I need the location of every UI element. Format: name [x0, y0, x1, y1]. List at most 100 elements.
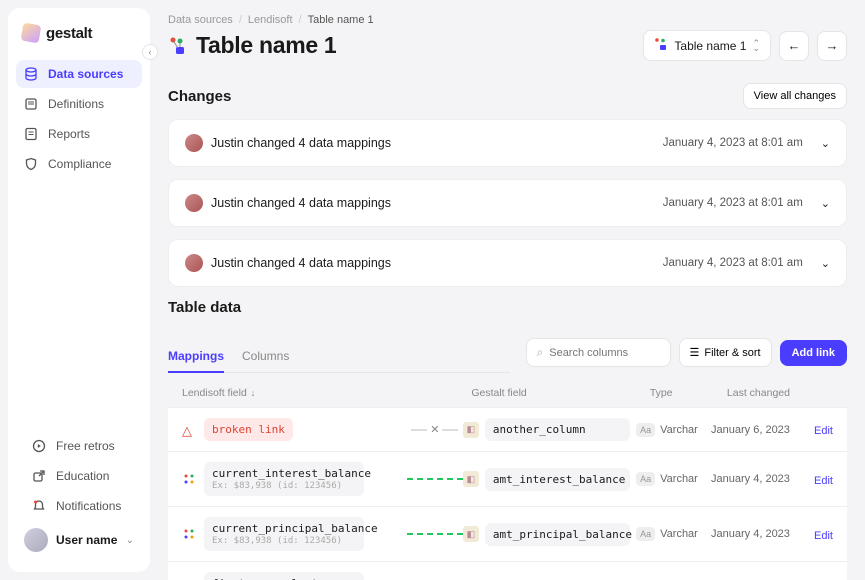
link-connector — [407, 478, 463, 480]
nav-main: Data sources Definitions Reports Compliance — [8, 60, 150, 178]
avatar — [185, 194, 203, 212]
edit-link[interactable]: Edit — [814, 530, 833, 542]
link-connector: ✕ — [407, 423, 463, 436]
gestalt-field: amt_interest_balance — [485, 468, 630, 491]
add-link-button[interactable]: Add link — [780, 340, 847, 366]
table-data-heading: Table data — [168, 299, 847, 316]
cube-icon: ◧ — [463, 422, 479, 438]
tab-columns[interactable]: Columns — [242, 341, 289, 373]
breadcrumb: Data sources/Lendisoft/Table name 1 — [168, 14, 847, 26]
lendisoft-field: broken link — [204, 418, 293, 441]
nav-compliance[interactable]: Compliance — [16, 150, 142, 178]
tab-mappings[interactable]: Mappings — [168, 341, 224, 373]
definitions-icon — [24, 97, 38, 111]
field-icon — [182, 527, 196, 541]
nav-notifications[interactable]: Notifications — [24, 492, 134, 520]
type-value: Varchar — [660, 473, 698, 485]
change-card[interactable]: Justin changed 4 data mappingsJanuary 4,… — [168, 119, 847, 167]
change-time: January 4, 2023 at 8:01 am — [663, 257, 803, 269]
chevron-down-icon[interactable]: ⌄ — [821, 257, 830, 270]
change-time: January 4, 2023 at 8:01 am — [663, 197, 803, 209]
edit-link[interactable]: Edit — [814, 475, 833, 487]
sidebar-collapse[interactable]: ‹ — [142, 44, 158, 60]
reports-icon — [24, 127, 38, 141]
chevron-down-icon: ⌄ — [126, 535, 134, 546]
nav-education[interactable]: Education — [24, 462, 134, 490]
gestalt-field: amt_principal_balance — [485, 523, 630, 546]
avatar — [185, 254, 203, 272]
nav-reports[interactable]: Reports — [16, 120, 142, 148]
sidebar: ‹ gestalt Data sourcesDefinitionsReports… — [8, 8, 150, 572]
nav-label: Education — [56, 469, 109, 483]
edit-link[interactable]: Edit — [814, 425, 833, 437]
type-badge-icon: Aa — [636, 423, 655, 437]
unlink-icon: ✕ — [430, 423, 439, 436]
shield-icon — [24, 157, 38, 171]
nav-free-retros[interactable]: Free retros — [24, 432, 134, 460]
picker-value: Table name 1 — [674, 39, 746, 53]
table-row: firstname + lastname + middleinitialEx: … — [168, 561, 847, 580]
database-icon — [24, 67, 38, 81]
table-row: current_interest_balanceEx: $83,938 (id:… — [168, 451, 847, 506]
breadcrumb-item[interactable]: Lendisoft — [248, 14, 293, 26]
lendisoft-field: firstname + lastname + middleinitialEx: … — [204, 572, 364, 580]
user-name: User name — [56, 533, 118, 547]
nav-secondary: Free retros Education Notifications — [16, 432, 142, 520]
prev-table-button[interactable]: ← — [779, 31, 809, 61]
nav-label: Free retros — [56, 439, 115, 453]
logo-mark-icon — [21, 23, 42, 44]
last-changed: January 4, 2023 — [711, 528, 814, 540]
table-row: △broken link✕◧another_columnAaVarcharJan… — [168, 407, 847, 451]
lendisoft-field: current_principal_balanceEx: $83,938 (id… — [204, 517, 364, 551]
search-icon: ⌕ — [537, 345, 544, 360]
external-link-icon — [32, 469, 46, 483]
tabs: Mappings Columns — [168, 341, 510, 373]
gestalt-field: another_column — [485, 418, 630, 441]
avatar — [24, 528, 48, 552]
search-columns[interactable]: ⌕ — [526, 338, 671, 367]
map-table-header: Lendisoft field↓ Gestalt field Type Last… — [168, 379, 847, 407]
type-badge-icon: Aa — [636, 472, 655, 486]
cube-icon: ◧ — [463, 471, 479, 487]
lendisoft-field: current_interest_balanceEx: $83,938 (id:… — [204, 462, 364, 496]
user-menu[interactable]: User name ⌄ — [16, 520, 142, 560]
change-text: Justin changed 4 data mappings — [211, 136, 663, 150]
type-value: Varchar — [660, 528, 698, 540]
logo[interactable]: gestalt — [8, 20, 150, 60]
search-input[interactable] — [549, 347, 659, 359]
breadcrumb-item[interactable]: Data sources — [168, 14, 233, 26]
nav-label: Data sources — [48, 67, 123, 81]
avatar — [185, 134, 203, 152]
breadcrumb-item: Table name 1 — [308, 14, 374, 26]
field-icon — [182, 472, 196, 486]
type-badge-icon: Aa — [636, 527, 655, 541]
main: Data sources/Lendisoft/Table name 1 Tabl… — [150, 0, 865, 580]
chevron-down-icon[interactable]: ⌄ — [821, 197, 830, 210]
sort-desc-icon[interactable]: ↓ — [251, 388, 256, 398]
nav-definitions[interactable]: Definitions — [16, 90, 142, 118]
change-card[interactable]: Justin changed 4 data mappingsJanuary 4,… — [168, 179, 847, 227]
last-changed: January 4, 2023 — [711, 473, 814, 485]
cube-icon: ◧ — [463, 526, 479, 542]
logo-text: gestalt — [46, 25, 92, 42]
chevron-down-icon[interactable]: ⌄ — [821, 137, 830, 150]
page-title: Table name 1 — [196, 32, 336, 59]
view-all-changes-button[interactable]: View all changes — [743, 83, 847, 109]
change-card[interactable]: Justin changed 4 data mappingsJanuary 4,… — [168, 239, 847, 287]
type-value: Varchar — [660, 424, 698, 436]
filter-icon: ☰ — [690, 346, 700, 359]
next-table-button[interactable]: → — [817, 31, 847, 61]
play-circle-icon — [32, 439, 46, 453]
nav-label: Definitions — [48, 97, 104, 111]
nav-data-sources[interactable]: Data sources — [16, 60, 142, 88]
table-picker[interactable]: Table name 1 ⌃⌄ — [643, 30, 771, 61]
changes-heading: Changes — [168, 88, 231, 105]
change-text: Justin changed 4 data mappings — [211, 196, 663, 210]
nav-label: Reports — [48, 127, 90, 141]
nav-label: Compliance — [48, 157, 111, 171]
link-connector — [407, 533, 463, 535]
filter-sort-button[interactable]: ☰ Filter & sort — [679, 338, 772, 367]
last-changed: January 6, 2023 — [711, 424, 814, 436]
bell-icon — [32, 499, 46, 513]
table-link-icon — [654, 37, 668, 54]
